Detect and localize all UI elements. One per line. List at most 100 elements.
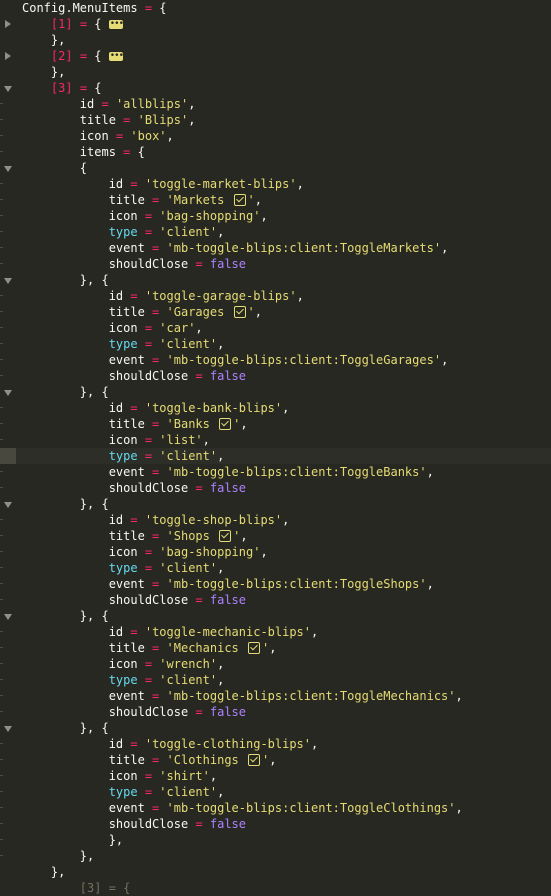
code-line[interactable]: event = 'mb-toggle-blips:client:ToggleBa… xyxy=(0,464,551,480)
line-text: type = 'client', xyxy=(22,224,225,240)
code-line[interactable]: icon = 'bag-shopping', xyxy=(0,544,551,560)
code-line[interactable]: { xyxy=(0,160,551,176)
code-line[interactable]: }, xyxy=(0,864,551,880)
code-line[interactable]: id = 'toggle-mechanic-blips', xyxy=(0,624,551,640)
code-line[interactable]: }, xyxy=(0,64,551,80)
code-line[interactable]: Config.MenuItems = { xyxy=(0,0,551,16)
code-line[interactable]: type = 'client', xyxy=(0,784,551,800)
code-line[interactable]: type = 'client', xyxy=(0,672,551,688)
fold-open-icon[interactable] xyxy=(0,608,16,624)
code-line[interactable]: [2] = { xyxy=(0,48,551,64)
code-line[interactable]: icon = 'list', xyxy=(0,432,551,448)
token-op: = xyxy=(108,129,131,143)
token-type: type xyxy=(108,673,138,687)
code-line[interactable]: }, { xyxy=(0,496,551,512)
code-line[interactable]: event = 'mb-toggle-blips:client:ToggleMe… xyxy=(0,688,551,704)
code-line[interactable]: type = 'client', xyxy=(0,336,551,352)
line-text: }, xyxy=(22,832,123,848)
code-line[interactable]: }, xyxy=(0,32,551,48)
gutter-tick xyxy=(0,224,16,240)
fold-open-icon[interactable] xyxy=(0,496,16,512)
fold-open-icon[interactable] xyxy=(0,720,16,736)
fold-closed-icon[interactable] xyxy=(0,16,16,32)
code-line[interactable]: }, { xyxy=(0,272,551,288)
code-line[interactable]: id = 'toggle-market-blips', xyxy=(0,176,551,192)
code-line[interactable]: title = 'Banks ', xyxy=(0,416,551,432)
token-op: = xyxy=(144,801,167,815)
code-line[interactable]: items = { xyxy=(0,144,551,160)
code-line[interactable]: }, { xyxy=(0,384,551,400)
check-box-icon xyxy=(233,194,246,206)
line-text: event = 'mb-toggle-blips:client:ToggleMa… xyxy=(22,240,449,256)
fold-closed-icon[interactable] xyxy=(0,48,16,64)
line-text: id = 'toggle-mechanic-blips', xyxy=(22,624,319,640)
gutter-tick xyxy=(0,368,16,384)
folded-ellipsis-icon[interactable] xyxy=(108,48,123,64)
code-line[interactable]: title = 'Clothings ', xyxy=(0,752,551,768)
gutter-tick xyxy=(0,304,16,320)
code-line[interactable]: type = 'client', xyxy=(0,224,551,240)
code-line[interactable]: icon = 'box', xyxy=(0,128,551,144)
code-line[interactable]: event = 'mb-toggle-blips:client:ToggleMa… xyxy=(0,240,551,256)
code-line[interactable]: shouldClose = false xyxy=(0,816,551,832)
code-line[interactable]: event = 'mb-toggle-blips:client:ToggleSh… xyxy=(0,576,551,592)
code-line[interactable]: title = 'Garages ', xyxy=(0,304,551,320)
code-area[interactable]: Config.MenuItems = { [1] = { }, [2] = { … xyxy=(0,0,551,896)
code-line[interactable]: }, { xyxy=(0,608,551,624)
code-line[interactable]: [1] = { xyxy=(0,16,551,32)
code-line[interactable]: id = 'allblips', xyxy=(0,96,551,112)
line-text: id = 'toggle-clothing-blips', xyxy=(22,736,319,752)
code-line[interactable]: id = 'toggle-clothing-blips', xyxy=(0,736,551,752)
code-line[interactable]: icon = 'wrench', xyxy=(0,656,551,672)
fold-open-icon[interactable] xyxy=(0,80,16,96)
token-op: = xyxy=(123,177,145,191)
fold-open-icon[interactable] xyxy=(0,272,16,288)
code-line[interactable]: [3] = { xyxy=(0,80,551,96)
code-line[interactable]: id = 'toggle-garage-blips', xyxy=(0,288,551,304)
code-line[interactable]: icon = 'car', xyxy=(0,320,551,336)
token-op: = xyxy=(188,593,210,607)
token-var: title xyxy=(108,305,145,319)
code-line[interactable]: icon = 'shirt', xyxy=(0,768,551,784)
line-text: title = 'Markets ', xyxy=(22,192,262,208)
gutter-marker xyxy=(0,448,16,464)
code-line[interactable]: id = 'toggle-shop-blips', xyxy=(0,512,551,528)
code-line[interactable]: event = 'mb-toggle-blips:client:ToggleGa… xyxy=(0,352,551,368)
code-line[interactable]: }, xyxy=(0,848,551,864)
code-line[interactable]: shouldClose = false xyxy=(0,368,551,384)
gutter-tick xyxy=(0,640,16,656)
code-line[interactable]: [3] = { xyxy=(0,880,551,896)
code-line[interactable]: }, xyxy=(0,832,551,848)
code-line[interactable]: title = 'Mechanics ', xyxy=(0,640,551,656)
line-text: id = 'allblips', xyxy=(22,96,196,112)
code-line[interactable]: type = 'client', xyxy=(0,560,551,576)
code-line[interactable]: id = 'toggle-bank-blips', xyxy=(0,400,551,416)
code-line[interactable]: event = 'mb-toggle-blips:client:ToggleCl… xyxy=(0,800,551,816)
token-str: 'list' xyxy=(159,433,203,447)
code-line[interactable]: shouldClose = false xyxy=(0,592,551,608)
code-line[interactable]: shouldClose = false xyxy=(0,256,551,272)
folded-ellipsis-icon[interactable] xyxy=(108,16,123,32)
token-op: = xyxy=(137,769,160,783)
code-editor[interactable]: Config.MenuItems = { [1] = { }, [2] = { … xyxy=(0,0,551,895)
code-line[interactable]: }, { xyxy=(0,720,551,736)
token-var: , xyxy=(166,129,174,143)
code-line[interactable]: shouldClose = false xyxy=(0,480,551,496)
code-line[interactable]: title = 'Shops ', xyxy=(0,528,551,544)
code-line[interactable]: shouldClose = false xyxy=(0,704,551,720)
fold-open-icon[interactable] xyxy=(0,160,16,176)
code-line[interactable]: title = 'Markets ', xyxy=(0,192,551,208)
code-line[interactable]: type = 'client', xyxy=(0,448,551,464)
code-line[interactable]: title = 'Blips', xyxy=(0,112,551,128)
code-line[interactable]: icon = 'bag-shopping', xyxy=(0,208,551,224)
fold-open-icon[interactable] xyxy=(0,384,16,400)
token-var: icon xyxy=(108,657,138,671)
